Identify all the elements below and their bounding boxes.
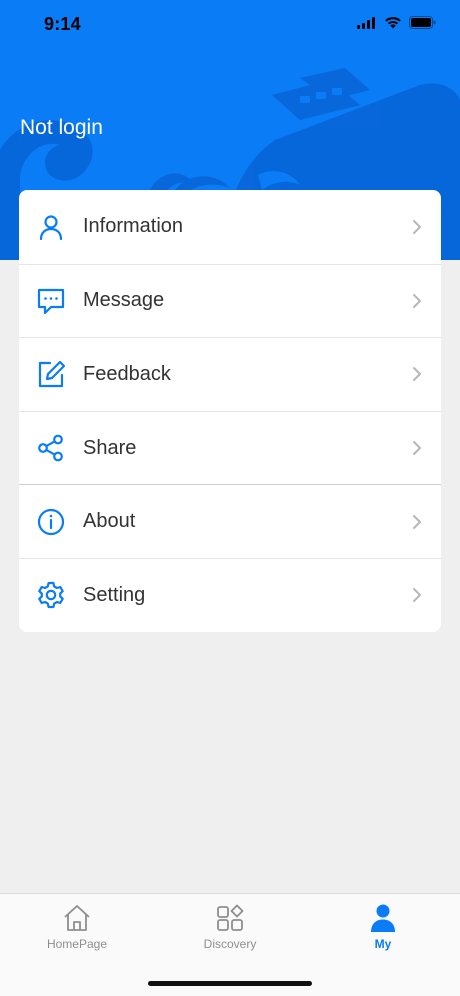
- menu-item-label: Setting: [83, 583, 146, 606]
- menu-item-feedback[interactable]: Feedback: [19, 337, 441, 411]
- chevron-right-icon: [413, 441, 421, 456]
- status-time: 9:14: [44, 14, 81, 34]
- home-icon: [61, 902, 93, 934]
- tab-label: Discovery: [203, 937, 257, 951]
- tab-discovery[interactable]: Discovery: [180, 902, 280, 962]
- tab-label: My: [374, 937, 392, 951]
- tab-label: HomePage: [46, 937, 108, 951]
- home-indicator[interactable]: [148, 981, 312, 986]
- share-icon: [35, 432, 67, 464]
- chevron-right-icon: [413, 219, 421, 234]
- menu-item-information[interactable]: Information: [19, 190, 441, 264]
- menu-item-setting[interactable]: Setting: [19, 557, 441, 632]
- person-icon: [35, 211, 67, 243]
- grid-icon: [214, 902, 246, 934]
- gear-icon: [35, 579, 67, 611]
- chevron-right-icon: [413, 367, 421, 382]
- menu-item-label: About: [83, 510, 136, 533]
- menu-item-label: Feedback: [83, 362, 171, 385]
- tab-homepage[interactable]: HomePage: [27, 902, 127, 962]
- menu-item-about[interactable]: About: [19, 484, 441, 558]
- login-status-title[interactable]: Not login: [20, 116, 103, 140]
- signal-icon: [357, 16, 375, 29]
- menu-card: Information Message Feedback Share About…: [19, 190, 441, 632]
- message-icon: [35, 285, 67, 317]
- edit-icon: [35, 358, 67, 390]
- chevron-right-icon: [413, 514, 421, 529]
- person-filled-icon: [367, 902, 399, 934]
- menu-item-share[interactable]: Share: [19, 410, 441, 485]
- status-icons: [357, 16, 436, 29]
- menu-item-message[interactable]: Message: [19, 263, 441, 338]
- info-icon: [35, 506, 67, 538]
- battery-icon: [409, 16, 436, 29]
- tab-my[interactable]: My: [333, 902, 433, 962]
- chevron-right-icon: [413, 588, 421, 603]
- menu-item-label: Information: [83, 215, 184, 238]
- menu-item-label: Share: [83, 436, 137, 459]
- wifi-icon: [385, 17, 401, 29]
- chevron-right-icon: [413, 293, 421, 308]
- status-bar: 9:14: [0, 0, 460, 50]
- menu-item-label: Message: [83, 289, 165, 312]
